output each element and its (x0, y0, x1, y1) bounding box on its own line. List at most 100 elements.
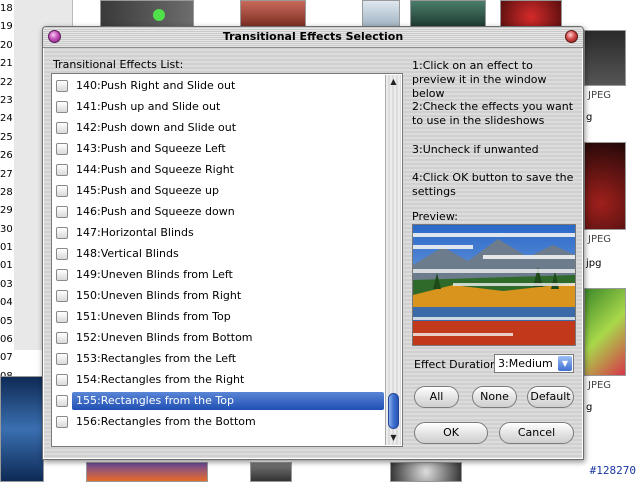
green-dot-icon (153, 9, 165, 21)
effect-label: 148:Vertical Blinds (76, 247, 179, 260)
effect-duration-label: Effect Duration: (414, 358, 501, 371)
thumbnail-top-1[interactable] (100, 0, 194, 28)
effect-row[interactable]: 156:Rectangles from the Bottom (52, 412, 386, 433)
effect-label: 144:Push and Squeeze Right (76, 163, 234, 176)
line-number: 30 (0, 223, 13, 235)
effect-row[interactable]: 146:Push and Squeeze down (52, 202, 386, 223)
thumbnail-bottom-left[interactable] (0, 376, 44, 482)
scroll-up-icon[interactable]: ▲ (386, 75, 401, 89)
effect-row[interactable]: 152:Uneven Blinds from Bottom (52, 328, 386, 349)
effect-row[interactable]: 149:Uneven Blinds from Left (52, 265, 386, 286)
line-number: 26 (0, 150, 13, 162)
line-number: 27 (0, 168, 13, 180)
line-number: 05 (0, 315, 13, 327)
instruction-2: 2:Check the effects you want to use in t… (412, 100, 574, 127)
effect-checkbox[interactable] (56, 353, 68, 365)
effect-label: 156:Rectangles from the Bottom (76, 415, 256, 428)
instruction-3: 3:Uncheck if unwanted (412, 143, 539, 156)
effect-row[interactable]: 143:Push and Squeeze Left (52, 139, 386, 160)
effect-row[interactable]: 148:Vertical Blinds (52, 244, 386, 265)
effect-checkbox[interactable] (56, 332, 68, 344)
effect-checkbox[interactable] (56, 185, 68, 197)
effect-duration-select[interactable]: 3:Medium ▼ (494, 354, 574, 373)
dialog-titlebar[interactable]: Transitional Effects Selection (43, 27, 583, 48)
effect-checkbox[interactable] (56, 227, 68, 239)
thumbnail-right-2-label: JPEG (588, 234, 612, 245)
line-number: 04 (0, 297, 13, 309)
effect-checkbox[interactable] (56, 290, 68, 302)
thumbnail-bottom-2[interactable] (250, 462, 292, 482)
effect-row[interactable]: 142:Push down and Slide out (52, 118, 386, 139)
side-text-3: g (586, 402, 593, 413)
chevron-down-icon[interactable]: ▼ (558, 356, 572, 371)
effect-row[interactable]: 147:Horizontal Blinds (52, 223, 386, 244)
effect-row[interactable]: 150:Uneven Blinds from Right (52, 286, 386, 307)
effect-checkbox[interactable] (56, 416, 68, 428)
ok-button[interactable]: OK (414, 422, 488, 444)
line-number: 18 (0, 3, 13, 14)
effect-checkbox[interactable] (56, 311, 68, 323)
effect-checkbox[interactable] (56, 164, 68, 176)
side-text-2: jpg (586, 258, 602, 269)
effect-row[interactable]: 145:Push and Squeeze up (52, 181, 386, 202)
effect-row[interactable]: 144:Push and Squeeze Right (52, 160, 386, 181)
thumbnail-bottom-3[interactable] (390, 462, 462, 482)
thumbnail-right-2[interactable] (584, 142, 626, 230)
thumbnail-top-4[interactable] (410, 0, 486, 28)
none-button[interactable]: None (472, 386, 517, 408)
effect-label: 142:Push down and Slide out (76, 121, 237, 134)
dialog-title: Transitional Effects Selection (222, 30, 404, 43)
effect-label: 151:Uneven Blinds from Top (76, 310, 231, 323)
effect-checkbox[interactable] (56, 395, 68, 407)
effect-label: 149:Uneven Blinds from Left (76, 268, 233, 281)
effect-checkbox[interactable] (56, 143, 68, 155)
effect-checkbox[interactable] (56, 122, 68, 134)
thumbnail-top-5[interactable] (500, 0, 562, 28)
line-number: 22 (0, 76, 13, 88)
effect-row[interactable]: 155:Rectangles from the Top (52, 391, 386, 412)
effect-label: 141:Push up and Slide out (76, 100, 221, 113)
effect-row[interactable]: 141:Push up and Slide out (52, 97, 386, 118)
effect-checkbox[interactable] (56, 269, 68, 281)
effect-label: 140:Push Right and Slide out (76, 79, 236, 92)
preview-image (413, 225, 575, 345)
thumbnail-top-2[interactable] (240, 0, 306, 28)
line-number: 07 (0, 352, 13, 364)
line-number: 28 (0, 186, 13, 198)
line-number: 03 (0, 278, 13, 290)
effect-row[interactable]: 151:Uneven Blinds from Top (52, 307, 386, 328)
effect-checkbox[interactable] (56, 101, 68, 113)
thumbnail-right-3-label: JPEG (588, 380, 612, 391)
line-number: 01 (0, 242, 13, 254)
scroll-down-icon[interactable]: ▼ (386, 431, 401, 445)
effects-list-scrollbar[interactable]: ▲ ▼ (385, 75, 401, 445)
cancel-button[interactable]: Cancel (499, 422, 574, 444)
thumbnail-top-3[interactable] (362, 0, 400, 28)
line-number-column: 18 19 20 21 22 23 24 25 26 27 28 29 30 01 01 03 04 05 06 07… (0, 0, 14, 437)
side-text-1: g (586, 112, 593, 123)
effect-row[interactable]: 154:Rectangles from the Right (52, 370, 386, 391)
scroll-thumb[interactable] (388, 393, 399, 429)
instruction-1: 1:Click on an effect to preview it in th… (412, 59, 547, 100)
all-button[interactable]: All (414, 386, 459, 408)
line-number: 19 (0, 21, 13, 33)
thumbnail-right-1[interactable] (584, 30, 626, 86)
effect-row[interactable]: 153:Rectangles from the Left (52, 349, 386, 370)
close-window-icon[interactable] (565, 30, 578, 43)
effect-checkbox[interactable] (56, 206, 68, 218)
preview-window (412, 224, 576, 346)
effect-checkbox[interactable] (56, 80, 68, 92)
effect-duration-value: 3:Medium (498, 357, 553, 370)
effect-checkbox[interactable] (56, 248, 68, 260)
thumbnail-right-3[interactable] (584, 288, 626, 376)
default-button[interactable]: Default (527, 386, 574, 408)
effect-label: 155:Rectangles from the Top (76, 394, 234, 407)
line-number: 21 (0, 58, 13, 70)
effect-checkbox[interactable] (56, 374, 68, 386)
line-number: 23 (0, 94, 13, 106)
thumbnail-bottom-1[interactable] (86, 462, 208, 482)
effects-list[interactable]: 140:Push Right and Slide out 141:Push up … (51, 73, 403, 447)
image-id-stamp: #128270 (589, 464, 636, 477)
effect-row[interactable]: 140:Push Right and Slide out (52, 76, 386, 97)
line-number: 29 (0, 205, 13, 217)
